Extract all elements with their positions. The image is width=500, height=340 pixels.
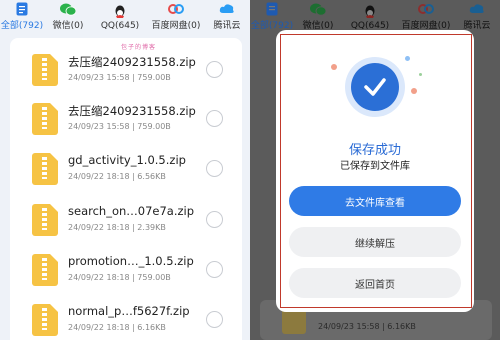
file-name: 去压缩2409231558.zip xyxy=(68,104,196,118)
tab-all[interactable]: 全部(792) xyxy=(0,0,44,36)
zip-file-icon xyxy=(32,254,58,286)
tab-wechat[interactable]: 微信(0) xyxy=(44,0,92,36)
select-radio[interactable] xyxy=(206,110,223,127)
list-item[interactable]: normal_p…f5627f.zip 24/09/22 18:18 | 6.1… xyxy=(10,302,242,340)
watermark: 包子的博客 xyxy=(121,44,157,51)
tencent-cloud-icon xyxy=(469,2,485,16)
list-item[interactable]: promotion…_1.0.5.zip 24/09/22 18:18 | 75… xyxy=(10,252,242,296)
zip-file-icon xyxy=(32,103,58,135)
qq-icon xyxy=(362,5,378,19)
tencent-cloud-icon xyxy=(219,2,235,16)
file-meta: 24/09/22 18:18 | 2.39KB xyxy=(68,223,166,232)
dialog-title: 保存成功 xyxy=(348,143,401,158)
file-meta: 24/09/23 15:58 | 6.16KB xyxy=(318,322,416,331)
file-meta: 24/09/22 18:18 | 6.16KB xyxy=(68,323,166,332)
file-meta: 24/09/23 15:58 | 759.00B xyxy=(68,122,171,131)
baidu-netdisk-icon xyxy=(168,2,184,16)
tab-wechat-label: 微信(0) xyxy=(52,21,84,31)
dialog-subtitle: 已保存到文件库 xyxy=(340,161,410,172)
decoration-dot xyxy=(331,64,337,70)
tab-all-label: 全部(792) xyxy=(0,21,44,31)
decoration-dot xyxy=(419,73,422,76)
category-tabs: 全部(792) 微信(0) QQ(645) 百度网盘(0) 腾讯云 xyxy=(0,0,250,36)
tab-tencent-cloud-label: 腾讯云 xyxy=(213,21,241,31)
tab-baidu-netdisk-label: 百度网盘(0) xyxy=(151,21,201,31)
wechat-icon xyxy=(310,2,326,16)
decoration-dot xyxy=(411,88,417,94)
file-name: promotion…_1.0.5.zip xyxy=(68,254,194,268)
list-item[interactable]: gd_activity_1.0.5.zip 24/09/22 18:18 | 6… xyxy=(10,151,242,195)
zip-file-icon xyxy=(32,54,58,86)
back-home-button[interactable]: 返回首页 xyxy=(289,268,461,298)
wechat-icon xyxy=(60,2,76,16)
file-meta: 24/09/22 18:18 | 759.00B xyxy=(68,273,171,282)
file-name: 去压缩2409231558.zip xyxy=(68,55,196,69)
baidu-netdisk-icon xyxy=(418,2,434,16)
tab-qq-label: QQ(645) xyxy=(100,21,140,31)
continue-extract-button[interactable]: 继续解压 xyxy=(289,227,461,257)
view-library-button[interactable]: 去文件库查看 xyxy=(289,186,461,216)
file-name: search_on…07e7a.zip xyxy=(68,204,195,218)
tab-qq[interactable]: QQ(645) xyxy=(92,0,148,36)
list-item[interactable]: search_on…07e7a.zip 24/09/22 18:18 | 2.3… xyxy=(10,202,242,246)
document-icon xyxy=(14,2,30,16)
select-radio[interactable] xyxy=(206,61,223,78)
zip-file-icon xyxy=(32,304,58,336)
list-item[interactable]: 去压缩2409231558.zip 24/09/23 15:58 | 759.0… xyxy=(10,101,242,145)
document-icon xyxy=(264,2,280,16)
tab-tencent-cloud[interactable]: 腾讯云 xyxy=(204,0,250,36)
file-meta: 24/09/22 18:18 | 6.56KB xyxy=(68,172,166,181)
select-radio[interactable] xyxy=(206,160,223,177)
qq-icon xyxy=(112,5,128,19)
file-name: normal_p…f5627f.zip xyxy=(68,304,190,318)
tab-baidu-netdisk[interactable]: 百度网盘(0) xyxy=(148,0,204,36)
check-icon xyxy=(351,63,399,111)
file-meta: 24/09/23 15:58 | 759.00B xyxy=(68,73,171,82)
file-name: gd_activity_1.0.5.zip xyxy=(68,153,186,167)
select-radio[interactable] xyxy=(206,311,223,328)
decoration-dot xyxy=(405,56,410,61)
select-radio[interactable] xyxy=(206,211,223,228)
select-radio[interactable] xyxy=(206,261,223,278)
zip-file-icon xyxy=(32,153,58,185)
tab-tencent-cloud-label: 腾讯云 xyxy=(463,21,491,31)
list-item[interactable]: 去压缩2409231558.zip 24/09/23 15:58 | 759.0… xyxy=(10,52,242,96)
zip-file-icon xyxy=(32,204,58,236)
